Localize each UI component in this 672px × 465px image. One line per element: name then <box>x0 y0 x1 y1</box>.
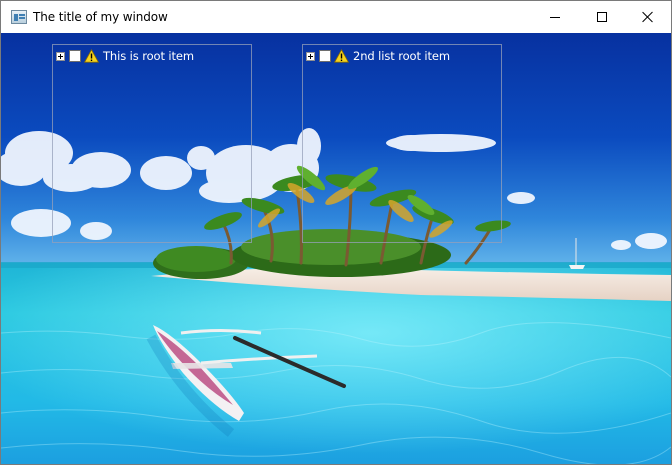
client-area: This is root item 2nd list root item <box>1 33 671 464</box>
tree-root-item[interactable]: 2nd list root item <box>306 48 450 64</box>
warning-icon <box>84 49 99 63</box>
tree-view-2[interactable]: 2nd list root item <box>302 44 502 243</box>
expand-icon[interactable] <box>56 51 65 61</box>
app-window: The title of my window This is root item… <box>0 0 672 465</box>
minimize-button[interactable] <box>532 1 578 33</box>
close-button[interactable] <box>625 1 671 33</box>
item-checkbox[interactable] <box>319 50 331 62</box>
maximize-icon <box>597 12 607 22</box>
title-bar[interactable]: The title of my window <box>1 1 671 33</box>
item-checkbox[interactable] <box>69 50 81 62</box>
minimize-icon <box>550 16 560 18</box>
tree-item-label: 2nd list root item <box>353 49 451 63</box>
expand-icon[interactable] <box>306 51 315 61</box>
close-icon <box>642 11 654 23</box>
app-icon[interactable] <box>11 10 27 24</box>
warning-icon <box>334 49 349 63</box>
maximize-button[interactable] <box>579 1 625 33</box>
tree-root-item[interactable]: This is root item <box>56 48 194 64</box>
tree-view-1[interactable]: This is root item <box>52 44 252 243</box>
window-title: The title of my window <box>33 10 168 24</box>
tree-item-label: This is root item <box>103 49 194 63</box>
